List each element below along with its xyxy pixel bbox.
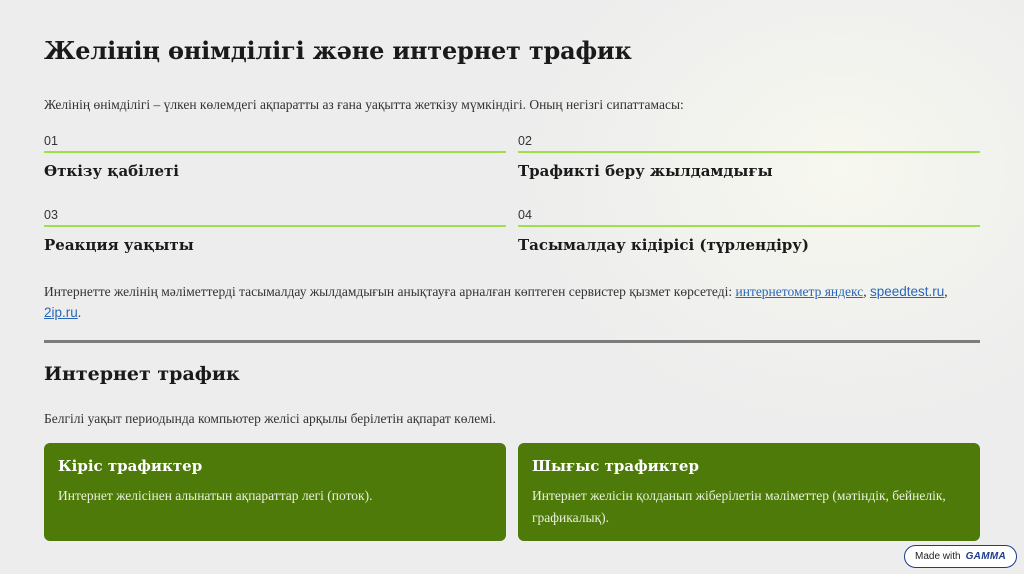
section-divider: [44, 340, 980, 343]
card-text: Интернет желісінен алынатын ақпараттар л…: [58, 488, 373, 503]
badge-made-with-text: Made with: [915, 551, 961, 562]
link-separator: ,: [863, 284, 870, 299]
card-text: Интернет желісін қолданып жіберілетін мә…: [532, 488, 946, 525]
section-description: Белгілі уақыт периодында компьютер желіс…: [44, 411, 496, 426]
feature-item: 04 Тасымалдау кідірісі (түрлендіру): [518, 207, 980, 254]
link-speedtest[interactable]: speedtest.ru: [870, 284, 944, 299]
card-title: Шығыс трафиктер: [532, 457, 699, 475]
link-separator: ,: [944, 284, 948, 299]
outgoing-traffic-card: Шығыс трафиктер Интернет желісін қолданы…: [518, 443, 980, 541]
feature-label: Реакция уақыты: [44, 236, 194, 254]
services-paragraph: Интернетте желінің мәліметтерді тасымалд…: [44, 281, 980, 323]
made-with-gamma-badge[interactable]: Made with GAMMA: [904, 545, 1017, 568]
feature-item: 02 Трафикті беру жылдамдығы: [518, 133, 980, 180]
feature-divider: [44, 225, 506, 227]
feature-number: 02: [518, 134, 532, 148]
services-text: Интернетте желінің мәліметтерді тасымалд…: [44, 284, 736, 299]
feature-divider: [518, 151, 980, 153]
section-title: Интернет трафик: [44, 363, 240, 385]
feature-label: Тасымалдау кідірісі (түрлендіру): [518, 236, 809, 254]
intro-text: Желінің өнімділігі – үлкен көлемдегі ақп…: [44, 97, 684, 112]
feature-item: 03 Реакция уақыты: [44, 207, 506, 254]
feature-number: 03: [44, 208, 58, 222]
card-title: Кіріс трафиктер: [58, 457, 203, 475]
feature-item: 01 Өткізу қабілеті: [44, 133, 506, 180]
feature-label: Трафикті беру жылдамдығы: [518, 162, 773, 180]
feature-divider: [518, 225, 980, 227]
feature-label: Өткізу қабілеті: [44, 162, 179, 180]
incoming-traffic-card: Кіріс трафиктер Интернет желісінен алына…: [44, 443, 506, 541]
page-title: Желінің өнімділігі және интернет трафик: [44, 36, 632, 65]
link-internetometr-yandex[interactable]: интернетометр яндекс: [735, 284, 863, 299]
link-2ip[interactable]: 2ip.ru: [44, 305, 78, 320]
feature-number: 01: [44, 134, 58, 148]
gamma-logo: GAMMA: [965, 551, 1006, 562]
services-end: .: [77, 305, 82, 320]
feature-number: 04: [518, 208, 532, 222]
feature-divider: [44, 151, 506, 153]
